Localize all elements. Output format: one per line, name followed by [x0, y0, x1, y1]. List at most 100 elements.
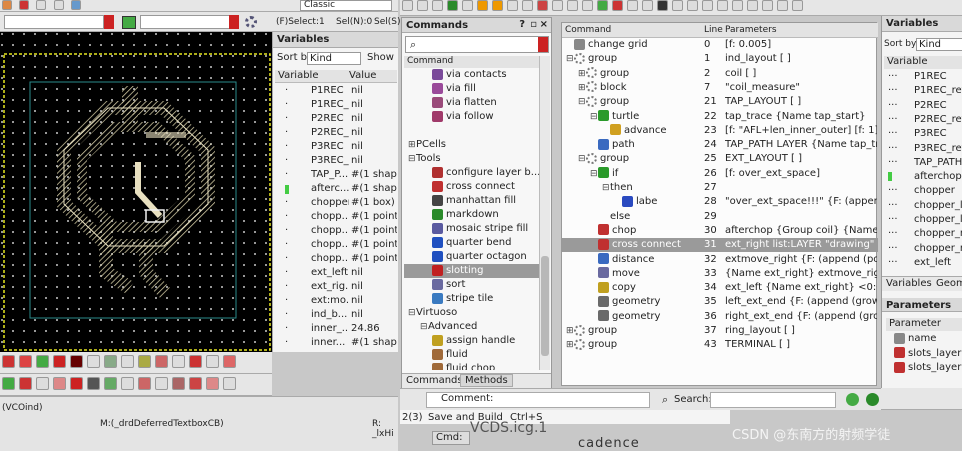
col-command[interactable]: Command: [565, 23, 611, 38]
toolbar-button-icon[interactable]: [477, 0, 488, 11]
toolbar-icon[interactable]: [36, 0, 47, 10]
command-item[interactable]: ⊟Virtuoso: [404, 306, 539, 320]
toolbar-icon[interactable]: [53, 0, 64, 10]
dropdown-chevron-icon[interactable]: [229, 15, 239, 29]
program-row[interactable]: else 29: [562, 210, 878, 224]
program-row[interactable]: ⊞ group 43 TERMINAL [ ]: [562, 338, 878, 352]
variable-row[interactable]: · chopp...#(1 point): [275, 210, 397, 224]
program-row[interactable]: chop 30 afterchop {Group coil} {Name ch...: [562, 224, 878, 238]
command-item[interactable]: ⊟Advanced: [404, 320, 539, 334]
program-row[interactable]: ⊞ group 37 ring_layout [ ]: [562, 324, 878, 338]
command-scrollbar[interactable]: [539, 56, 550, 370]
scroll-thumb[interactable]: [541, 256, 549, 356]
command-item[interactable]: fluid chop: [404, 362, 539, 370]
program-row[interactable]: ⊟ turtle 22 tap_trace {Name tap_start}: [562, 110, 878, 124]
toolbar-button-icon[interactable]: [36, 377, 49, 390]
command-item[interactable]: assign handle: [404, 334, 539, 348]
program-row[interactable]: ⊟ group 1 ind_layout [ ]: [562, 52, 878, 66]
toolbar-button-icon[interactable]: [155, 355, 168, 368]
command-item[interactable]: via fill: [404, 82, 539, 96]
layout-combo[interactable]: [4, 15, 104, 29]
toolbar-button-icon[interactable]: [567, 0, 578, 11]
program-row[interactable]: ⊞ block 7 "coil_measure": [562, 81, 878, 95]
right-variable-row[interactable]: ··· P3REC_ref: [884, 142, 962, 156]
toolbar-button-icon[interactable]: [792, 0, 803, 11]
right-variable-row[interactable]: ··· P1REC_ref: [884, 84, 962, 98]
command-item[interactable]: configure layer b...: [404, 166, 539, 180]
toolbar-button-icon[interactable]: [19, 377, 32, 390]
command-item[interactable]: via flatten: [404, 96, 539, 110]
command-item[interactable]: ⊟Tools: [404, 152, 539, 166]
toolbar-button-icon[interactable]: [87, 355, 100, 368]
variable-row[interactable]: · P2REC_...nil: [275, 126, 397, 140]
toolbar-button-icon[interactable]: [104, 355, 117, 368]
toolbar-button-icon[interactable]: [522, 0, 533, 11]
expand-icon[interactable]: ⊞: [578, 67, 586, 81]
toolbar-button-icon[interactable]: [627, 0, 638, 11]
command-list-header[interactable]: Command: [404, 56, 539, 68]
tab-geometry[interactable]: Geom: [936, 278, 962, 289]
build-icon[interactable]: [846, 393, 859, 406]
toolbar-button-icon[interactable]: [507, 0, 518, 11]
show-label[interactable]: Show: [367, 52, 394, 63]
variable-row[interactable]: · P1REC_...nil: [275, 98, 397, 112]
right-variable-row[interactable]: ··· chopper: [884, 184, 962, 198]
command-item[interactable]: quarter octagon: [404, 250, 539, 264]
toolbar-button-icon[interactable]: [672, 0, 683, 11]
toolbar-button-icon[interactable]: [172, 355, 185, 368]
toolbar-button-icon[interactable]: [70, 377, 83, 390]
command-item[interactable]: mosaic stripe fill: [404, 222, 539, 236]
variable-row[interactable]: · P1REC nil: [275, 84, 397, 98]
program-row[interactable]: ⊟ if 26 [f: over_ext_space]: [562, 167, 878, 181]
collapse-icon[interactable]: ⊟: [578, 152, 586, 166]
command-item[interactable]: via contacts: [404, 68, 539, 82]
float-icon[interactable]: ▫: [530, 19, 537, 30]
collapse-icon[interactable]: ⊟: [602, 181, 610, 195]
toolbar-button-icon[interactable]: [53, 377, 66, 390]
comment-field[interactable]: Comment:: [426, 392, 650, 408]
toolbar-button-icon[interactable]: [121, 377, 134, 390]
toolbar-button-icon[interactable]: [206, 355, 219, 368]
program-row[interactable]: cross connect 31 ext_right list:LAYER "dra…: [562, 238, 878, 253]
right-variable-row[interactable]: ··· P1REC: [884, 70, 962, 84]
mode-combo[interactable]: Classic: [300, 0, 392, 11]
command-item[interactable]: via follow: [404, 110, 539, 124]
toolbar-button-icon[interactable]: [189, 377, 202, 390]
program-row[interactable]: geometry 35 left_ext_end {F: (append (grow…: [562, 295, 878, 309]
toolbar-button-icon[interactable]: [138, 377, 151, 390]
variable-row[interactable]: · ext:mo...nil: [275, 294, 397, 308]
command-item[interactable]: fluid: [404, 348, 539, 362]
program-row[interactable]: geometry 36 right_ext_end {F: (append (gro…: [562, 310, 878, 324]
variable-row[interactable]: · inner... #(1 shape): [275, 336, 397, 350]
run-icon[interactable]: [866, 393, 879, 406]
variable-row[interactable]: · P2REC nil: [275, 112, 397, 126]
toolbar-button-icon[interactable]: [537, 0, 548, 11]
variable-row[interactable]: afterc...#(1 shapes): [275, 182, 397, 196]
expand-icon[interactable]: ⊞: [566, 338, 574, 352]
toolbar-button-icon[interactable]: [552, 0, 563, 11]
right-variable-row[interactable]: ··· chopper_ri: [884, 227, 962, 241]
variable-row[interactable]: · chopper #(1 box): [275, 196, 397, 210]
toolbar-button-icon[interactable]: [402, 0, 413, 11]
toolbar-button-icon[interactable]: [492, 0, 503, 11]
expand-icon[interactable]: ⊞: [578, 81, 586, 95]
toolbar-button-icon[interactable]: [155, 377, 168, 390]
col-variable[interactable]: Variable: [278, 70, 319, 81]
right-variable-row[interactable]: ··· TAP_PATH: [884, 156, 962, 170]
variable-row[interactable]: · P3REC_...nil: [275, 154, 397, 168]
command-item[interactable]: sort: [404, 278, 539, 292]
command-item[interactable]: ⊞PCells: [404, 138, 539, 152]
toolbar-button-icon[interactable]: [777, 0, 788, 11]
tab-methods[interactable]: Methods: [460, 374, 513, 387]
toolbar-button-icon[interactable]: [36, 355, 49, 368]
program-row[interactable]: change grid 0 [f: 0.005]: [562, 38, 878, 52]
command-item[interactable]: slotting: [404, 264, 539, 279]
toolbar-button-icon[interactable]: [104, 377, 117, 390]
toolbar-button-icon[interactable]: [447, 0, 458, 11]
toolbar-button-icon[interactable]: [747, 0, 758, 11]
search-field[interactable]: [710, 392, 836, 408]
toolbar-button-icon[interactable]: [687, 0, 698, 11]
toolbar-button-icon[interactable]: [432, 0, 443, 11]
program-row[interactable]: ⊟then 27: [562, 181, 878, 195]
tab-variables[interactable]: Variables: [886, 278, 932, 289]
